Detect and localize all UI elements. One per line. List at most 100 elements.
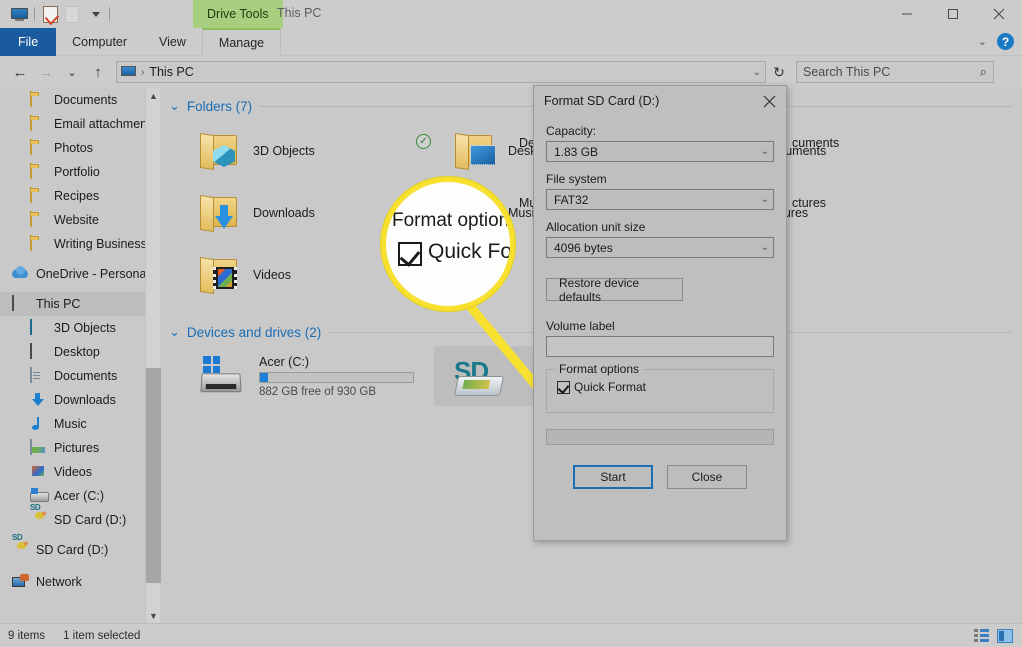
- close-icon[interactable]: [752, 86, 786, 116]
- tab-view[interactable]: View: [143, 28, 202, 56]
- back-arrow-icon[interactable]: ←: [8, 60, 32, 84]
- recent-locations-icon[interactable]: ⌄: [60, 60, 84, 84]
- tab-manage[interactable]: Manage: [202, 28, 281, 56]
- allocation-unit-label: Allocation unit size: [546, 220, 774, 234]
- search-input[interactable]: Search This PC ⌕: [796, 61, 994, 83]
- folder-3d-objects-icon: [199, 131, 243, 171]
- sidebar-item-portfolio[interactable]: Portfolio: [0, 160, 145, 184]
- status-bar: 9 items 1 item selected: [0, 623, 1022, 647]
- folder-downloads-icon: [199, 193, 243, 233]
- chevron-down-icon[interactable]: ⌄: [169, 98, 180, 114]
- navigation-pane[interactable]: Documents Email attachments Photos Portf…: [0, 88, 145, 623]
- allocation-unit-value: 4096 bytes: [554, 241, 761, 255]
- desktop-icon: [30, 344, 47, 361]
- details-view-icon[interactable]: [972, 628, 990, 644]
- volume-label-input[interactable]: [546, 336, 774, 357]
- chevron-up-icon[interactable]: ▲: [146, 88, 161, 103]
- chevron-down-icon[interactable]: ⌄: [753, 67, 761, 78]
- window-controls: [884, 0, 1022, 28]
- sidebar-item-sd-card-d-root[interactable]: SD SD Card (D:): [0, 538, 145, 562]
- monitor-icon[interactable]: [8, 4, 30, 24]
- sidebar-item-sd-card-d[interactable]: SD SD Card (D:): [0, 508, 145, 532]
- sidebar-item-videos[interactable]: Videos: [0, 460, 145, 484]
- capacity-select[interactable]: 1.83 GB ⌄: [546, 141, 774, 162]
- start-button[interactable]: Start: [573, 465, 653, 489]
- list-item[interactable]: 3D Objects: [179, 120, 434, 182]
- large-icons-view-icon[interactable]: [996, 628, 1014, 644]
- quick-format-row[interactable]: Quick Format: [557, 380, 763, 394]
- sidebar-item-network[interactable]: Network: [0, 570, 145, 594]
- sidebar-item-photos[interactable]: Photos: [0, 136, 145, 160]
- sidebar-item-acer-c[interactable]: Acer (C:): [0, 484, 145, 508]
- close-button[interactable]: Close: [667, 465, 747, 489]
- search-placeholder: Search This PC: [803, 65, 980, 79]
- close-button[interactable]: [976, 0, 1022, 28]
- chevron-down-icon[interactable]: [83, 4, 105, 24]
- sidebar-item-label: Network: [36, 575, 82, 589]
- chevron-down-icon[interactable]: ⌄: [761, 194, 769, 205]
- selection-status: 1 item selected: [63, 630, 140, 642]
- sidebar-item-recipes[interactable]: Recipes: [0, 184, 145, 208]
- sidebar-item-pictures[interactable]: Pictures: [0, 436, 145, 460]
- forward-arrow-icon[interactable]: →: [34, 60, 58, 84]
- refresh-icon[interactable]: ↻: [768, 61, 790, 83]
- sidebar-item-this-pc[interactable]: This PC: [0, 292, 145, 316]
- sidebar-item-label: 3D Objects: [54, 321, 116, 335]
- tab-file[interactable]: File: [0, 28, 56, 56]
- breadcrumb[interactable]: › This PC ⌄: [116, 61, 766, 83]
- drive-name: Acer (C:): [259, 355, 414, 369]
- properties-icon[interactable]: [39, 4, 61, 24]
- title-bar: Drive Tools This PC: [0, 0, 1022, 28]
- documents-icon: [30, 368, 47, 385]
- magnified-group-label: Format options: [392, 210, 515, 232]
- sidebar-item-email-attachments[interactable]: Email attachments: [0, 112, 145, 136]
- chevron-down-icon[interactable]: ⌄: [761, 242, 769, 253]
- breadcrumb-this-pc[interactable]: This PC: [149, 65, 193, 79]
- chevron-down-icon[interactable]: ⌄: [978, 35, 987, 48]
- sidebar-item-label: Desktop: [54, 345, 100, 359]
- this-pc-icon: [12, 296, 29, 313]
- quick-format-label: Quick Format: [574, 380, 646, 394]
- sidebar-item-writing-business[interactable]: Writing Business: [0, 232, 145, 256]
- file-system-label: File system: [546, 172, 774, 186]
- folder-icon: [30, 236, 47, 253]
- file-system-value: FAT32: [554, 193, 761, 207]
- magnifier-callout: Format options Quick Format: [381, 177, 515, 311]
- chevron-down-icon[interactable]: ▼: [146, 608, 161, 623]
- contextual-tool-group: Drive Tools: [193, 0, 283, 28]
- minimize-button[interactable]: [884, 0, 930, 28]
- sidebar-item-onedrive[interactable]: OneDrive - Personal: [0, 262, 145, 286]
- videos-icon: [30, 464, 47, 481]
- sidebar-item-3d-objects[interactable]: 3D Objects: [0, 316, 145, 340]
- sidebar-item-label: Recipes: [54, 189, 99, 203]
- up-arrow-icon[interactable]: ↑: [86, 60, 110, 84]
- sidebar-item-documents[interactable]: Documents: [0, 364, 145, 388]
- sidebar-item-music[interactable]: Music: [0, 412, 145, 436]
- sidebar-item-documents-qa[interactable]: Documents: [0, 88, 145, 112]
- sidebar-item-label: SD Card (D:): [36, 543, 108, 557]
- new-folder-icon[interactable]: [61, 4, 83, 24]
- help-icon[interactable]: ?: [997, 33, 1014, 50]
- sidebar-item-label: Videos: [54, 465, 92, 479]
- navigation-pane-scrollbar[interactable]: ▲ ▼: [145, 88, 160, 623]
- tab-computer[interactable]: Computer: [56, 28, 143, 56]
- quick-format-checkbox[interactable]: [557, 381, 570, 394]
- chevron-down-icon[interactable]: ⌄: [169, 324, 180, 340]
- file-system-select[interactable]: FAT32 ⌄: [546, 189, 774, 210]
- downloads-icon: [30, 392, 47, 409]
- restore-device-defaults-button[interactable]: Restore device defaults: [546, 278, 683, 301]
- sd-card-icon: SD: [12, 542, 29, 559]
- drive-free-space: 882 GB free of 930 GB: [259, 386, 414, 398]
- search-icon[interactable]: ⌕: [980, 64, 987, 80]
- chevron-down-icon[interactable]: ⌄: [761, 146, 769, 157]
- sidebar-item-label: Pictures: [54, 441, 99, 455]
- sidebar-item-website[interactable]: Website: [0, 208, 145, 232]
- restore-defaults-row: Restore device defaults: [546, 278, 774, 301]
- magnified-quick-format-label: Quick Format: [428, 240, 515, 264]
- scrollbar-thumb[interactable]: [146, 368, 161, 583]
- maximize-button[interactable]: [930, 0, 976, 28]
- sidebar-item-downloads[interactable]: Downloads: [0, 388, 145, 412]
- table-row[interactable]: Acer (C:) 882 GB free of 930 GB: [179, 346, 434, 406]
- sidebar-item-desktop[interactable]: Desktop: [0, 340, 145, 364]
- allocation-unit-select[interactable]: 4096 bytes ⌄: [546, 237, 774, 258]
